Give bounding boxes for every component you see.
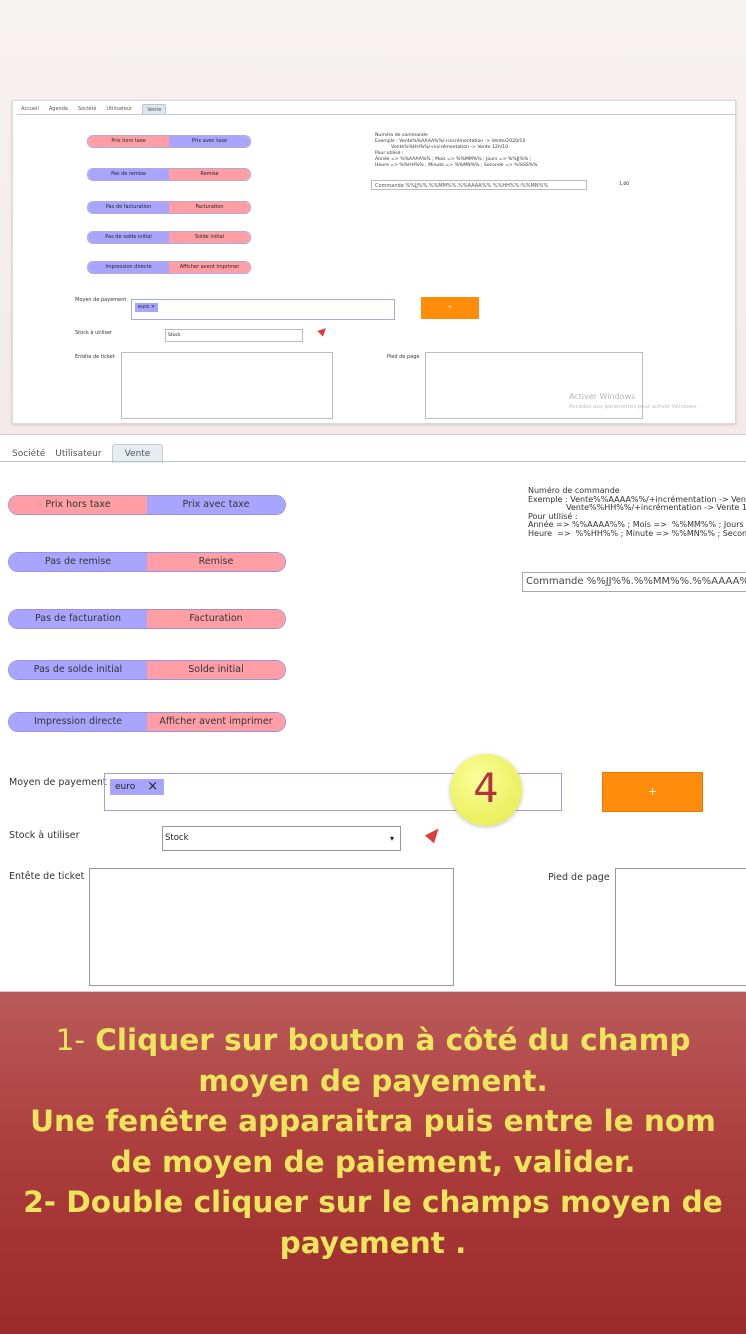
toggle-option-pas-de-remise[interactable]: Pas de remise	[9, 553, 147, 571]
payment-chip-label: euro	[115, 782, 136, 792]
mini-order-info: Numéro de commande Exemple : Vente%%AAAA…	[375, 133, 538, 168]
mini-ticket-header-label: Entête de ticket	[75, 354, 115, 360]
mini-toggle-option[interactable]: Impression directe	[88, 262, 169, 273]
toggle-option-remise[interactable]: Remise	[147, 553, 285, 571]
mini-toggle-balance[interactable]: Pas de solde initial Solde initial	[87, 231, 251, 244]
mini-stock-label: Stock à utiliser	[75, 330, 113, 336]
mini-tab-agenda[interactable]: Agenda	[49, 104, 68, 114]
toggle-option-facturation[interactable]: Facturation	[147, 610, 285, 628]
add-payment-method-button[interactable]: +	[602, 772, 703, 812]
toggle-option-pas-de-solde-initial[interactable]: Pas de solde initial	[9, 661, 147, 679]
mini-toggle-billing[interactable]: Pas de facturation Facturation	[87, 201, 251, 214]
instruction-line-2: Une fenêtre apparaitra puis entre le nom…	[30, 1104, 716, 1179]
mini-panel: Prix hors taxe Prix avec taxe Pas de rem…	[17, 114, 735, 423]
step-1-number: 1-	[55, 1023, 85, 1057]
mini-toggle-option[interactable]: Pas de facturation	[88, 202, 169, 213]
toggle-option-prix-avec-taxe[interactable]: Prix avec taxe	[147, 496, 285, 514]
mini-ticket-header-field[interactable]	[121, 352, 333, 419]
mini-toggle-print[interactable]: Impression directe Afficher avent imprim…	[87, 261, 251, 274]
mini-tab-accueil[interactable]: Accueil	[21, 104, 39, 114]
chevron-down-icon: ▾	[389, 834, 394, 843]
mini-stock-select[interactable]: Stock	[165, 329, 303, 342]
ticket-footer-textarea[interactable]	[615, 868, 746, 986]
instructions-text: 1- Cliquer sur bouton à côté du champ mo…	[0, 1020, 746, 1263]
stock-select-value: Stock	[165, 833, 189, 843]
cursor-arrow-icon	[424, 824, 444, 844]
toggle-print-mode[interactable]: Impression directe Afficher avent imprim…	[8, 712, 286, 732]
instruction-line-1: Cliquer sur bouton à côté du champ moyen…	[95, 1023, 691, 1098]
payment-method-label: Moyen de payement	[9, 777, 107, 788]
toggle-option-afficher-avant-imprimer[interactable]: Afficher avent imprimer	[147, 713, 285, 731]
instructions-banner: 1- Cliquer sur bouton à côté du champ mo…	[0, 992, 746, 1334]
toggle-option-prix-hors-taxe[interactable]: Prix hors taxe	[9, 496, 147, 514]
mini-payment-field[interactable]: euro ×	[131, 299, 395, 320]
mini-tab-societe[interactable]: Société	[78, 104, 96, 114]
order-number-format-input[interactable]: Commande %%JJ%%.%%MM%%.%%AAAA%	[522, 572, 746, 592]
cursor-arrow-icon	[317, 325, 329, 337]
mini-payment-label: Moyen de payement	[75, 297, 127, 303]
mini-toggle-option[interactable]: Afficher avent imprimer	[169, 262, 250, 273]
step-number-badge: 4	[450, 754, 522, 826]
mini-number: 1,00	[619, 182, 630, 187]
mini-tab-utilisateur[interactable]: Utilisateur	[106, 104, 132, 114]
tab-bar: Société Utilisateur Vente	[0, 443, 164, 463]
close-icon[interactable]: ×	[147, 779, 158, 795]
mini-screenshot: Accueil Agenda Société Utilisateur Vente…	[12, 100, 736, 424]
activation-watermark-sub: Accédez aux paramètres pour activer Wind…	[569, 404, 698, 410]
stock-select[interactable]: Stock ▾	[162, 826, 401, 851]
toggle-price-mode[interactable]: Prix hors taxe Prix avec taxe	[8, 495, 286, 515]
mini-ticket-footer-label: Pied de page	[387, 354, 420, 360]
toggle-option-impression-directe[interactable]: Impression directe	[9, 713, 147, 731]
toggle-discount[interactable]: Pas de remise Remise	[8, 552, 286, 572]
close-icon: ×	[150, 304, 156, 310]
mini-tab-bar: Accueil Agenda Société Utilisateur Vente	[13, 104, 167, 114]
mini-toggle-option[interactable]: Prix hors taxe	[88, 136, 169, 147]
toggle-billing[interactable]: Pas de facturation Facturation	[8, 609, 286, 629]
mini-tab-vente[interactable]: Vente	[142, 104, 167, 114]
mini-toggle-option[interactable]: Pas de remise	[88, 169, 169, 180]
mini-toggle-discount[interactable]: Pas de remise Remise	[87, 168, 251, 181]
toggle-option-pas-de-facturation[interactable]: Pas de facturation	[9, 610, 147, 628]
mini-toggle-option[interactable]: Pas de solde initial	[88, 232, 169, 243]
instruction-line-3: 2- Double cliquer sur le champs moyen de…	[23, 1185, 723, 1260]
ticket-footer-label: Pied de page	[548, 872, 610, 883]
tab-divider	[0, 461, 746, 462]
order-number-help: Numéro de commande Exemple : Vente%%AAAA…	[528, 486, 746, 538]
activation-watermark: Activer Windows	[569, 392, 636, 401]
mini-toggle-option[interactable]: Prix avec taxe	[169, 136, 250, 147]
mini-add-payment-button[interactable]: +	[421, 297, 479, 319]
stock-label: Stock à utiliser	[9, 830, 80, 841]
toggle-initial-balance[interactable]: Pas de solde initial Solde initial	[8, 660, 286, 680]
mini-toggle-option[interactable]: Solde initial	[169, 232, 250, 243]
mini-command-field[interactable]: Commande %%JJ%%.%%MM%%.%%AAAA%% %%HH%%:%…	[371, 180, 587, 190]
mini-toggle-price[interactable]: Prix hors taxe Prix avec taxe	[87, 135, 251, 148]
ticket-header-label: Entête de ticket	[9, 871, 85, 882]
ticket-header-textarea[interactable]	[89, 868, 454, 986]
payment-method-chip[interactable]: euro ×	[110, 779, 165, 795]
mini-toggle-option[interactable]: Remise	[169, 169, 250, 180]
mini-toggle-option[interactable]: Facturation	[169, 202, 250, 213]
toggle-option-solde-initial[interactable]: Solde initial	[147, 661, 285, 679]
zoomed-screenshot: Société Utilisateur Vente Prix hors taxe…	[0, 434, 746, 992]
mini-payment-chip[interactable]: euro ×	[135, 303, 159, 312]
